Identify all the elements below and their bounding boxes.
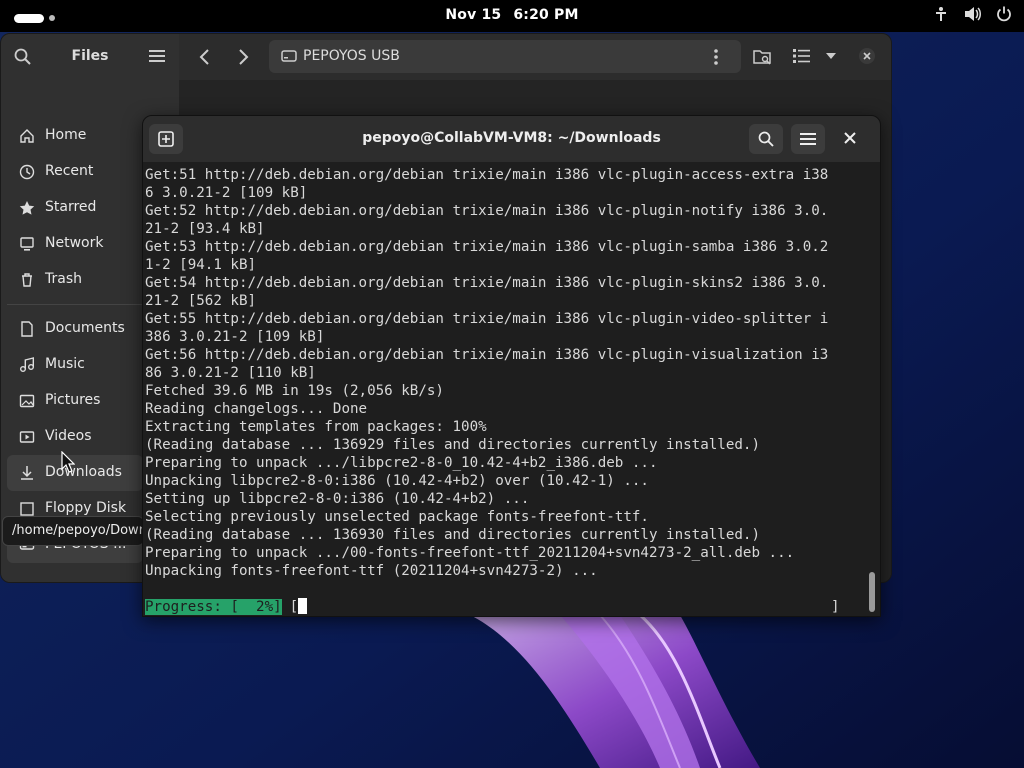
sidebar-item-network[interactable]: Network: [7, 226, 143, 262]
power-icon[interactable]: [996, 6, 1012, 22]
terminal-output[interactable]: Get:51 http://deb.debian.org/debian trix…: [145, 166, 871, 606]
tooltip: /home/pepoyo/Downloads: [2, 516, 144, 546]
mouse-pointer-icon: [61, 451, 75, 473]
clock-icon: [19, 164, 35, 180]
sidebar-item-label: Starred: [45, 199, 97, 215]
progress-bracket-close: ]: [831, 599, 840, 615]
terminal-header-bar: pepoyo@CollabVM-VM8: ~/Downloads: [143, 116, 880, 162]
volume-icon[interactable]: [964, 6, 982, 22]
terminal-line: Extracting templates from packages: 100%: [145, 419, 487, 435]
sidebar-header: Files: [1, 34, 179, 80]
clock[interactable]: Nov 15 6:20 PM: [0, 7, 1024, 23]
sidebar-item-recent[interactable]: Recent: [7, 154, 143, 190]
sidebar-separator: [7, 304, 143, 305]
sidebar-item-label: Music: [45, 356, 85, 372]
hamburger-menu-icon[interactable]: [149, 48, 167, 64]
sidebar-item-label: Downloads: [45, 464, 122, 480]
tooltip-text: /home/pepoyo/Downloads: [12, 523, 143, 538]
terminal-search-button[interactable]: [749, 124, 783, 154]
terminal-line: Setting up libpcre2-8-0:i386 (10.42-4+b2…: [145, 491, 530, 507]
drive-icon: [281, 50, 297, 62]
accessibility-icon[interactable]: [933, 6, 949, 22]
sidebar-item-label: Documents: [45, 320, 125, 336]
terminal-menu-button[interactable]: [791, 124, 825, 154]
network-icon: [20, 237, 34, 251]
terminal-line: Preparing to unpack .../libpcre2-8-0_10.…: [145, 455, 658, 471]
sidebar-item-pictures[interactable]: Pictures: [7, 383, 143, 419]
terminal-line: Fetched 39.6 MB in 19s (2,056 kB/s): [145, 383, 444, 399]
terminal-line: Preparing to unpack .../00-fonts-freefon…: [145, 545, 795, 561]
system-tray[interactable]: [923, 6, 1012, 22]
more-options-icon[interactable]: [713, 48, 719, 66]
sidebar-item-music[interactable]: Music: [7, 347, 143, 383]
sidebar-item-label: Home: [45, 127, 87, 143]
terminal-line: Get:55 http://deb.debian.org/debian trix…: [145, 311, 829, 327]
files-header-bar: PEPOYOS USB: [179, 34, 891, 80]
sidebar-item-label: Videos: [45, 428, 92, 444]
hamburger-menu-icon: [800, 133, 816, 145]
terminal-line: Get:54 http://deb.debian.org/debian trix…: [145, 275, 829, 291]
sidebar-item-videos[interactable]: Videos: [7, 419, 143, 455]
terminal-line: 386 3.0.21-2 [109 kB]: [145, 329, 325, 345]
places-list: Home Recent Starred Network Trash Docume…: [7, 118, 143, 563]
picture-icon: [19, 394, 35, 408]
terminal-line: 86 3.0.21-2 [110 kB]: [145, 365, 316, 381]
terminal-line: (Reading database ... 136929 files and d…: [145, 437, 760, 453]
top-bar: Nov 15 6:20 PM: [0, 0, 1024, 32]
back-arrow-icon[interactable]: [197, 48, 213, 66]
download-icon: [21, 466, 33, 480]
terminal-line: Get:53 http://deb.debian.org/debian trix…: [145, 239, 829, 255]
trash-icon: [22, 273, 32, 287]
progress-line: Progress: [ 2%] []: [145, 598, 845, 616]
text-cursor: [298, 598, 308, 614]
music-icon: [20, 357, 34, 372]
sidebar-item-trash[interactable]: Trash: [7, 262, 143, 298]
list-view-icon[interactable]: [793, 48, 811, 64]
terminal-scrollbar[interactable]: [868, 166, 876, 612]
sidebar-item-label: Floppy Disk: [45, 500, 127, 516]
terminal-line: Selecting previously unselected package …: [145, 509, 649, 525]
terminal-line: 21-2 [562 kB]: [145, 293, 257, 309]
folder-search-icon[interactable]: [753, 48, 773, 66]
video-icon: [19, 431, 35, 443]
floppy-icon: [20, 502, 34, 516]
terminal-line: Get:51 http://deb.debian.org/debian trix…: [145, 167, 829, 183]
terminal-line: 6 3.0.21-2 [109 kB]: [145, 185, 308, 201]
sidebar-item-documents[interactable]: Documents: [7, 311, 143, 347]
clock-date: Nov 15: [445, 7, 502, 23]
terminal-line: Reading changelogs... Done: [145, 401, 368, 417]
terminal-line: 21-2 [93.4 kB]: [145, 221, 265, 237]
clock-time: 6:20 PM: [513, 7, 579, 23]
sidebar-item-home[interactable]: Home: [7, 118, 143, 154]
sidebar-item-label: Trash: [45, 271, 82, 287]
sidebar-item-label: Pictures: [45, 392, 101, 408]
sidebar-item-downloads[interactable]: Downloads: [7, 455, 143, 491]
home-icon: [20, 129, 34, 143]
close-icon[interactable]: [859, 48, 875, 64]
path-bar[interactable]: PEPOYOS USB: [269, 40, 741, 73]
progress-label: Progress: [ 2%]: [145, 599, 282, 615]
terminal-window[interactable]: pepoyo@CollabVM-VM8: ~/Downloads Get:51 …: [142, 115, 881, 617]
terminal-line: 1-2 [94.1 kB]: [145, 257, 257, 273]
terminal-line: Unpacking fonts-freefont-ttf (20211204+s…: [145, 563, 598, 579]
terminal-line: Unpacking libpcre2-8-0:i386 (10.42-4+b2)…: [145, 473, 649, 489]
sidebar-item-label: Network: [45, 235, 104, 251]
close-icon[interactable]: [843, 131, 857, 145]
search-icon: [758, 131, 774, 147]
path-label: PEPOYOS USB: [303, 48, 400, 64]
progress-bracket-open: [: [289, 599, 299, 615]
terminal-line: Get:56 http://deb.debian.org/debian trix…: [145, 347, 829, 363]
star-icon: [19, 201, 35, 215]
sidebar-item-starred[interactable]: Starred: [7, 190, 143, 226]
terminal-line: (Reading database ... 136930 files and d…: [145, 527, 760, 543]
sidebar-item-label: Recent: [45, 163, 94, 179]
scrollbar-thumb[interactable]: [869, 572, 875, 612]
forward-arrow-icon[interactable]: [235, 48, 251, 66]
chevron-down-icon[interactable]: [825, 52, 837, 60]
document-icon: [21, 321, 33, 337]
terminal-line: Get:52 http://deb.debian.org/debian trix…: [145, 203, 829, 219]
